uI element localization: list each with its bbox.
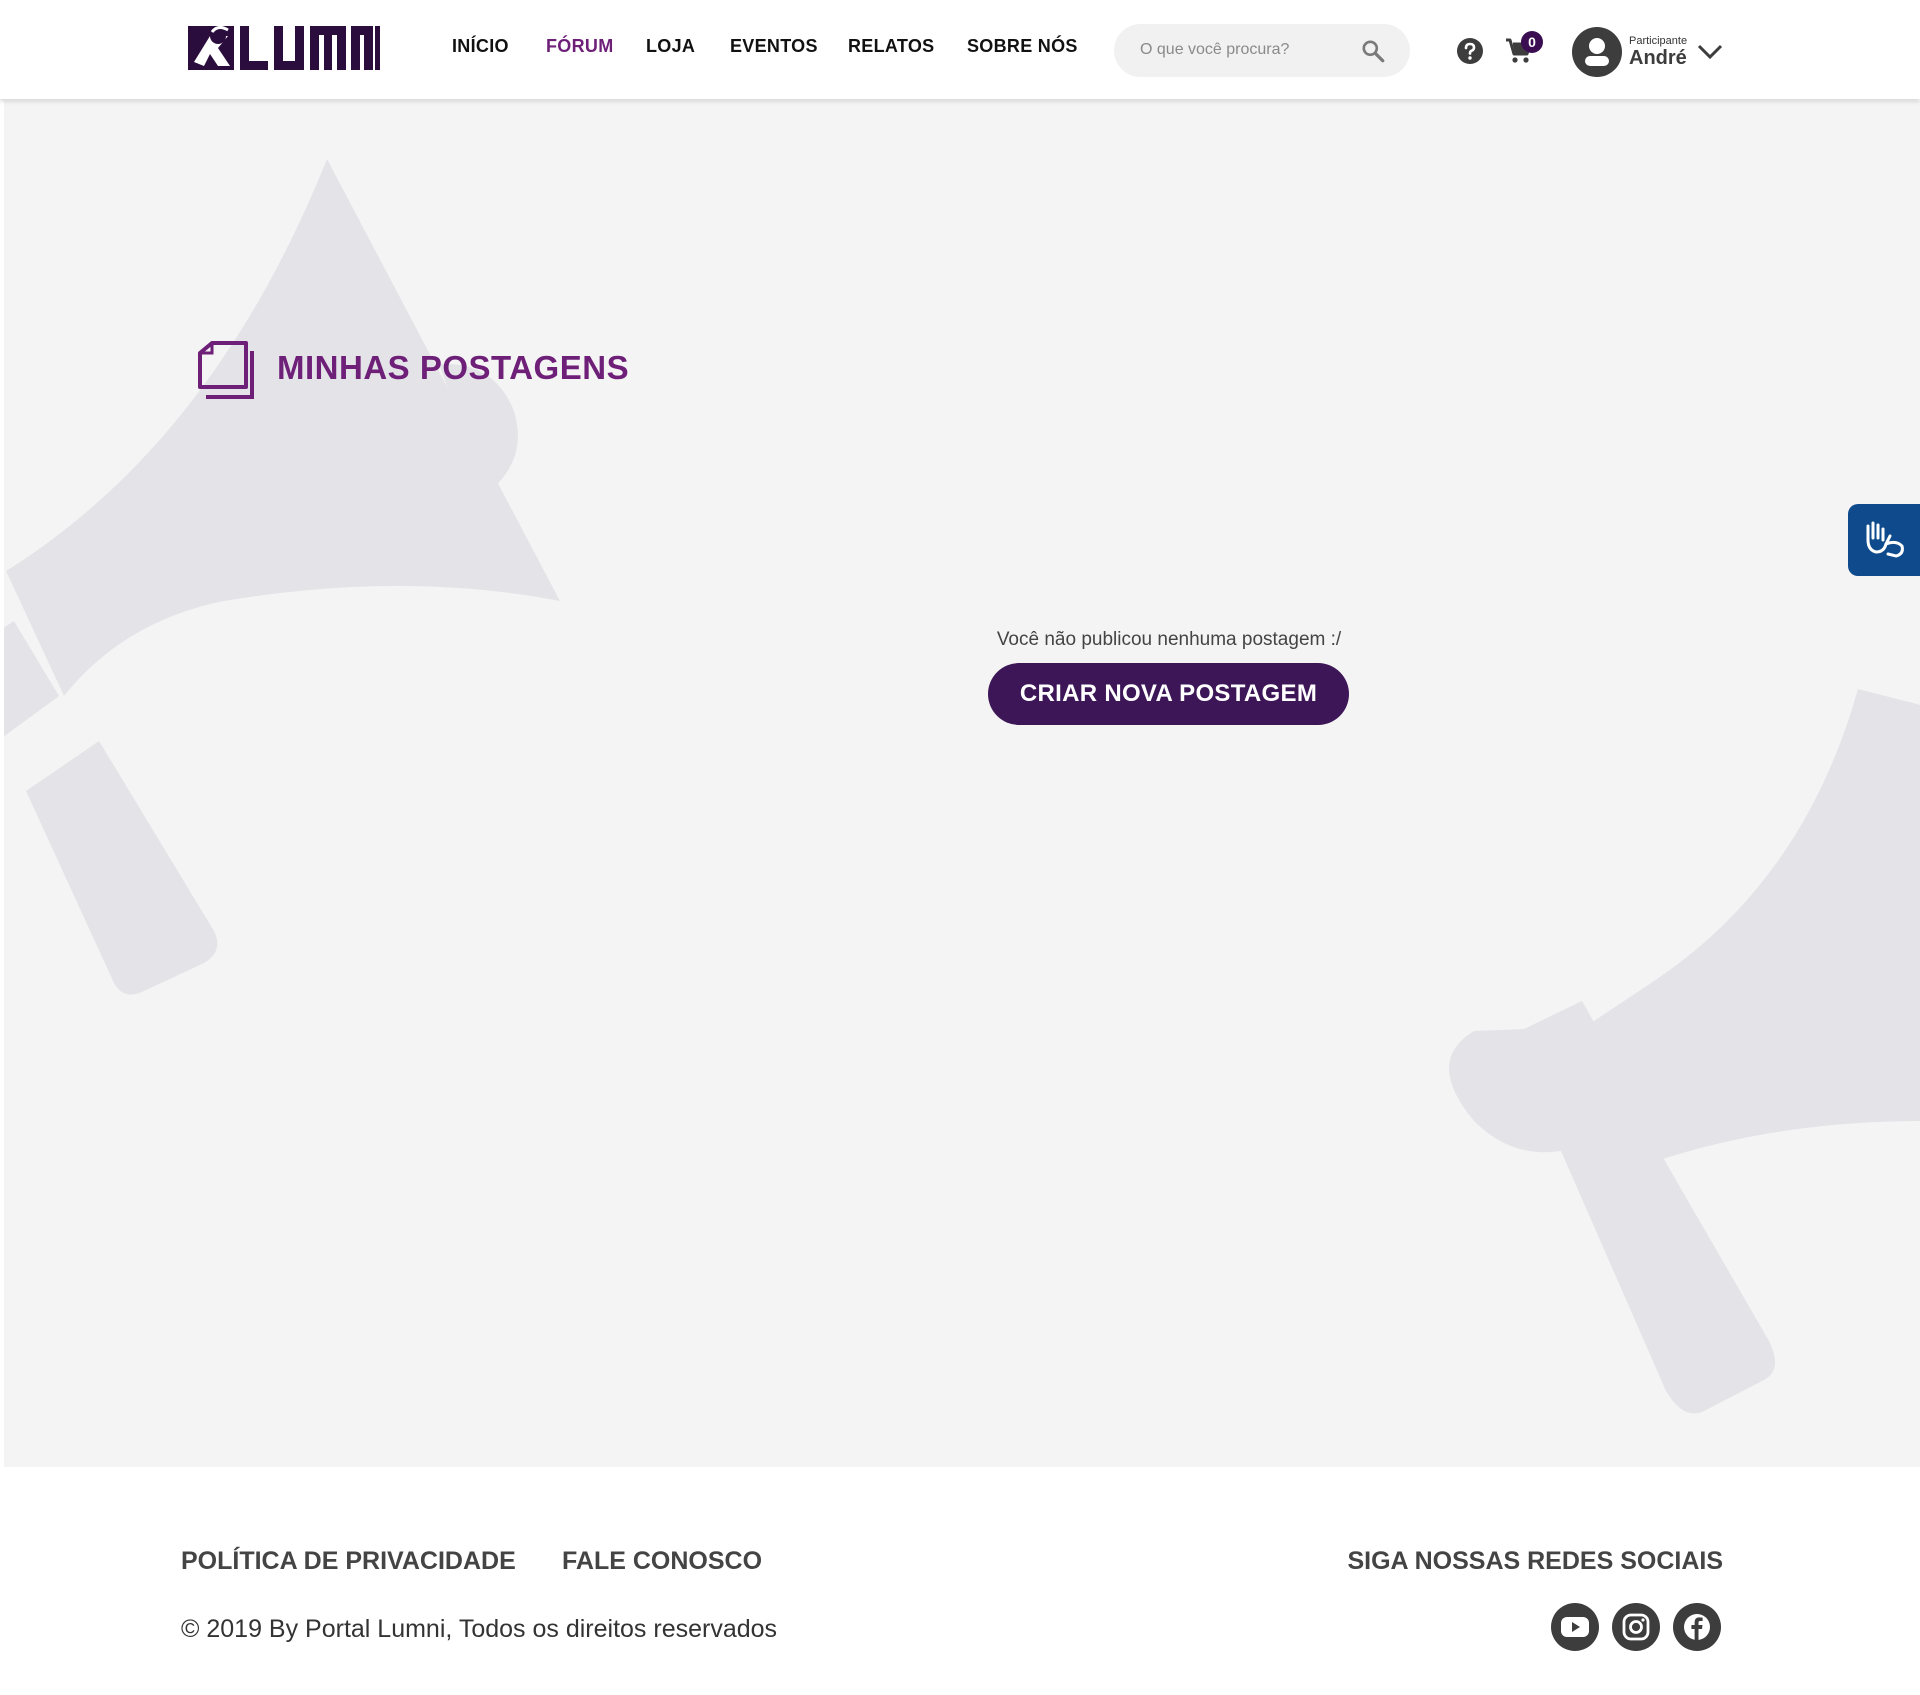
documents-icon	[198, 341, 254, 399]
search-input[interactable]	[1140, 36, 1350, 64]
avatar	[1572, 27, 1622, 77]
privacy-policy-link[interactable]: POLÍTICA DE PRIVACIDADE	[181, 1547, 516, 1576]
main-content: MINHAS POSTAGENS Você não publicou nenhu…	[4, 101, 1920, 1467]
empty-state-message: Você não publicou nenhuma postagem :/	[996, 629, 1342, 650]
copyright-text: © 2019 By Portal Lumni, Todos os direito…	[181, 1615, 778, 1643]
youtube-icon	[1561, 1617, 1589, 1637]
nav-loja[interactable]: LOJA	[646, 36, 695, 57]
nav-relatos[interactable]: RELATOS	[848, 36, 934, 57]
create-post-button[interactable]: CRIAR NOVA POSTAGEM	[988, 663, 1349, 725]
page-header	[194, 341, 256, 403]
instagram-icon	[1622, 1613, 1650, 1641]
nav-sobre-nos[interactable]: SOBRE NÓS	[967, 36, 1078, 57]
nav-forum[interactable]: FÓRUM	[546, 36, 614, 57]
social-title: SIGA NOSSAS REDES SOCIAIS	[1347, 1547, 1723, 1575]
contact-link[interactable]: FALE CONOSCO	[562, 1547, 762, 1576]
instagram-link[interactable]	[1612, 1603, 1660, 1651]
facebook-link[interactable]	[1673, 1603, 1721, 1651]
nav-inicio[interactable]: INÍCIO	[452, 36, 509, 57]
chevron-down-icon[interactable]	[1697, 44, 1723, 60]
lumni-logo[interactable]	[188, 22, 380, 74]
cart-count-badge: 0	[1521, 31, 1543, 53]
page-title: MINHAS POSTAGENS	[277, 349, 630, 386]
footer: POLÍTICA DE PRIVACIDADE FALE CONOSCO © 2…	[0, 1467, 1920, 1695]
top-header: INÍCIO FÓRUM LOJA EVENTOS RELATOS SOBRE …	[0, 0, 1920, 99]
megaphone-decoration-left	[4, 159, 560, 995]
sign-language-icon	[1866, 521, 1904, 558]
user-name: André	[1629, 47, 1687, 69]
logo-mark	[188, 25, 380, 70]
megaphone-decoration-right	[1449, 689, 1920, 1414]
help-icon[interactable]	[1456, 37, 1484, 65]
search-box	[1114, 24, 1410, 77]
user-icon	[1585, 38, 1609, 66]
accessibility-button[interactable]	[1848, 504, 1920, 576]
youtube-link[interactable]	[1551, 1603, 1599, 1651]
user-menu[interactable]: Participante André	[1572, 26, 1687, 78]
nav-eventos[interactable]: EVENTOS	[730, 36, 818, 57]
user-role: Participante	[1629, 35, 1688, 47]
facebook-icon	[1684, 1614, 1710, 1640]
search-icon[interactable]	[1360, 38, 1386, 64]
